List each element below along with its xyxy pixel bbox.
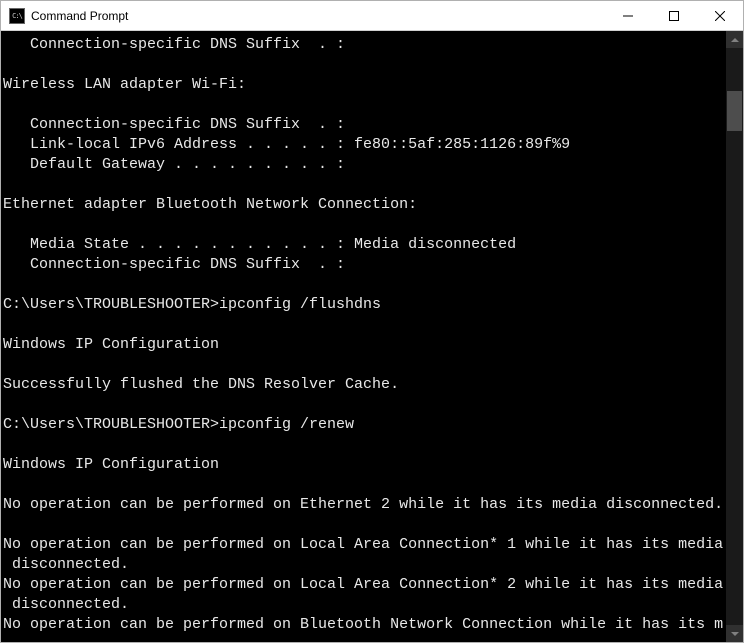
scroll-thumb[interactable] [727,91,742,131]
terminal-line [3,395,726,415]
terminal-line [3,95,726,115]
terminal-line [3,175,726,195]
terminal-area: Connection-specific DNS Suffix . : Wirel… [1,31,743,642]
maximize-button[interactable] [651,1,697,30]
terminal-line [3,515,726,535]
terminal-line [3,55,726,75]
cmd-window: C:\ Command Prompt Connection-specific D… [0,0,744,643]
scroll-down-button[interactable] [726,625,743,642]
terminal-line: Connection-specific DNS Suffix . : [3,255,726,275]
terminal-line: Media State . . . . . . . . . . . : Medi… [3,235,726,255]
scrollbar[interactable] [726,31,743,642]
terminal-line [3,215,726,235]
terminal-line: Link-local IPv6 Address . . . . . : fe80… [3,135,726,155]
terminal-line [3,475,726,495]
terminal-line: No operation can be performed on Etherne… [3,495,726,515]
terminal-line: Windows IP Configuration [3,455,726,475]
terminal-line: Connection-specific DNS Suffix . : [3,115,726,135]
terminal-line [3,355,726,375]
terminal-line: C:\Users\TROUBLESHOOTER>ipconfig /flushd… [3,295,726,315]
terminal-line: Ethernet adapter Bluetooth Network Conne… [3,195,726,215]
terminal-line: disconnected. [3,555,726,575]
window-controls [605,1,743,30]
cmd-icon: C:\ [9,8,25,24]
terminal-output[interactable]: Connection-specific DNS Suffix . : Wirel… [1,31,726,642]
terminal-line: Wireless LAN adapter Wi-Fi: [3,75,726,95]
terminal-line [3,315,726,335]
window-title: Command Prompt [31,9,605,23]
terminal-line: Connection-specific DNS Suffix . : [3,35,726,55]
terminal-line: Successfully flushed the DNS Resolver Ca… [3,375,726,395]
close-button[interactable] [697,1,743,30]
titlebar[interactable]: C:\ Command Prompt [1,1,743,31]
minimize-button[interactable] [605,1,651,30]
terminal-line [3,275,726,295]
terminal-line: No operation can be performed on Local A… [3,535,726,555]
terminal-line: No operation can be performed on Bluetoo… [3,615,726,635]
terminal-line: No operation can be performed on Local A… [3,575,726,595]
terminal-line: Default Gateway . . . . . . . . . : [3,155,726,175]
terminal-line: disconnected. [3,595,726,615]
terminal-line [3,435,726,455]
terminal-line: Windows IP Configuration [3,335,726,355]
terminal-line: C:\Users\TROUBLESHOOTER>ipconfig /renew [3,415,726,435]
scroll-up-button[interactable] [726,31,743,48]
